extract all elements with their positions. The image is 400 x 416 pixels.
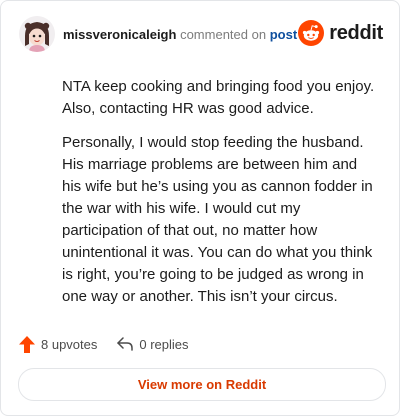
upvote-button[interactable]: 8 upvotes bbox=[19, 335, 98, 353]
comment-paragraph: Personally, I would stop feeding the hus… bbox=[62, 134, 373, 305]
upvote-arrow-icon bbox=[19, 335, 35, 353]
reddit-comment-embed: missveronicaleigh commented on post redd… bbox=[0, 0, 400, 416]
action-text: commented on bbox=[180, 27, 267, 42]
view-more-button[interactable]: View more on Reddit bbox=[18, 368, 386, 401]
comment-meta: missveronicaleigh commented on post bbox=[63, 27, 297, 43]
reddit-wordmark: reddit bbox=[329, 21, 383, 44]
comment-body: NTA keep cooking and bringing food you e… bbox=[62, 76, 377, 320]
reddit-snoo-icon bbox=[298, 20, 325, 46]
replies-button[interactable]: 0 replies bbox=[117, 336, 189, 352]
reply-count: 0 replies bbox=[139, 336, 189, 352]
upvote-count: 8 upvotes bbox=[41, 336, 98, 352]
author-username[interactable]: missveronicaleigh bbox=[63, 27, 176, 42]
post-link[interactable]: post bbox=[270, 27, 297, 42]
comment-paragraph: NTA keep cooking and bringing food you e… bbox=[62, 78, 375, 117]
reply-arrow-icon bbox=[117, 337, 134, 351]
reddit-logo[interactable]: reddit bbox=[298, 20, 383, 46]
comment-header: missveronicaleigh commented on post redd… bbox=[19, 16, 383, 56]
avatar-illustration bbox=[19, 16, 55, 52]
comment-actions: 8 upvotes 0 replies bbox=[19, 334, 189, 354]
user-avatar[interactable] bbox=[19, 16, 55, 52]
